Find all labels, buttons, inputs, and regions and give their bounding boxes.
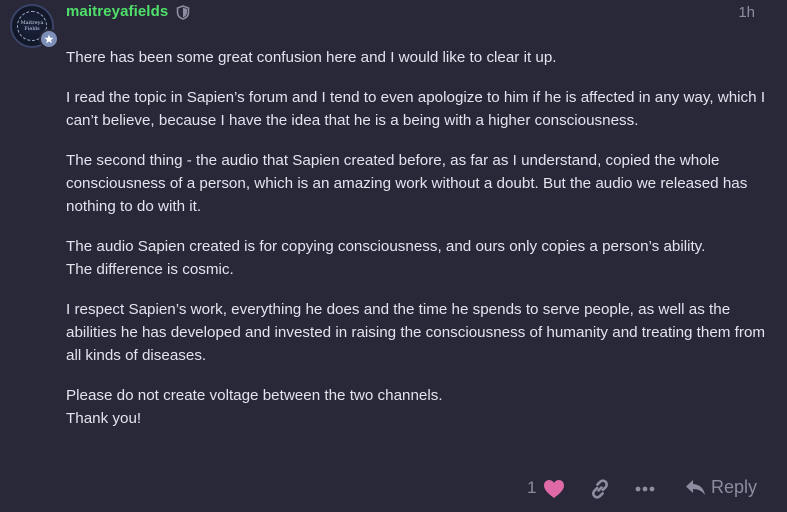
paragraph-text: The difference is cosmic. [66,261,234,278]
avatar-text-line2: Fields [24,26,40,32]
post-paragraph: The second thing - the audio that Sapien… [66,149,766,218]
shield-icon [176,5,190,25]
paragraph-text: Thank you! [66,410,142,427]
reply-button[interactable]: Reply [685,477,757,498]
heart-icon[interactable] [543,479,565,504]
post-actions: 1 Reply [0,477,787,503]
post-paragraph: There has been some great confusion here… [66,46,766,69]
username-link[interactable]: maitreyafields [66,3,168,20]
post-timestamp[interactable]: 1h [738,4,755,21]
paragraph-text: Please do not create voltage between the… [66,387,443,404]
reply-label: Reply [711,477,758,497]
link-icon[interactable] [589,478,611,505]
paragraph-text: I respect Sapien’s work, everything he d… [66,301,766,364]
post-paragraph: The audio Sapien created is for copying … [66,235,766,281]
post-paragraph: Please do not create voltage between the… [66,384,766,430]
like-count[interactable]: 1 [527,478,536,498]
ellipsis-icon[interactable] [635,478,655,505]
post-body: There has been some great confusion here… [66,46,766,447]
post-paragraph: I read the topic in Sapien’s forum and I… [66,86,766,132]
user-badge-icon[interactable] [39,29,59,49]
paragraph-text: There has been some great confusion here… [66,49,557,66]
post-paragraph: I respect Sapien’s work, everything he d… [66,298,766,367]
paragraph-text: The second thing - the audio that Sapien… [66,152,748,215]
paragraph-text: I read the topic in Sapien’s forum and I… [66,89,766,129]
reply-arrow-icon [686,479,705,495]
forum-post: Maitreya Fields maitreyafields 1h There … [0,0,787,512]
star-icon [44,34,54,44]
paragraph-text: The audio Sapien created is for copying … [66,238,706,255]
